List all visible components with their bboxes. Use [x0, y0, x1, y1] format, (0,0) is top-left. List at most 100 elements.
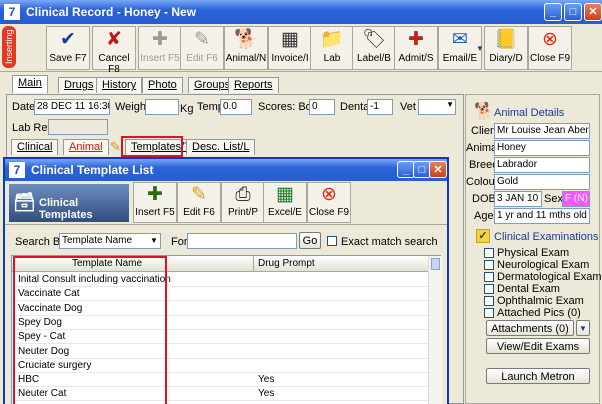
attachments-button[interactable]: Attachments (0): [486, 320, 574, 336]
tab-photo[interactable]: Photo: [142, 77, 183, 93]
toolbar-icon: ✚: [152, 29, 168, 50]
toolbar-button-label: Label/B: [357, 53, 391, 64]
lab-button[interactable]: 📁 Lab: [310, 26, 354, 70]
edit-f6-button[interactable]: ✎ Edit F6: [180, 26, 224, 70]
temp-field[interactable]: 0.0: [220, 99, 252, 115]
clinical-exams-heading: Clinical Examinations: [494, 231, 599, 243]
exam-label: Dermatological Exam: [497, 271, 602, 283]
column-header-label: Drug Prompt: [258, 258, 315, 269]
exact-match-checkbox[interactable]: [327, 236, 337, 246]
toolbar-icon: ✔: [60, 29, 76, 50]
drug-prompt-cell: Yes: [258, 374, 275, 386]
tab-main[interactable]: Main: [12, 75, 48, 93]
search-for-input[interactable]: [187, 233, 297, 249]
tab-clinical[interactable]: Clinical: [11, 139, 59, 155]
lab-ref-field[interactable]: [48, 119, 108, 135]
toolbar-icon: ✘: [106, 29, 122, 50]
age-label: Age: [474, 210, 494, 222]
weight-field[interactable]: [145, 99, 179, 115]
weight-unit: Kg: [180, 103, 194, 115]
date-label: Date: [12, 101, 36, 113]
diary-d-button[interactable]: 📒 Diary/D: [484, 26, 528, 70]
exam-checkbox[interactable]: [484, 284, 494, 294]
launch-metron-button[interactable]: Launch Metron: [486, 368, 590, 384]
admit-s-button[interactable]: ✚ Admit/S: [394, 26, 438, 70]
label-b-button[interactable]: 🏷 Label/B: [352, 26, 396, 70]
toolbar-button-label: Email/E: [442, 53, 478, 64]
vertical-scrollbar[interactable]: [428, 256, 442, 404]
tab-history[interactable]: History: [96, 77, 143, 93]
close-window-button[interactable]: ✕: [584, 3, 602, 21]
dialog-edit-f6-button[interactable]: ✎ Edit F6: [177, 182, 221, 223]
dialog-print-p-button[interactable]: ⎙ Print/P: [221, 182, 265, 223]
date-field[interactable]: 28 DEC 11 16:30: [34, 99, 110, 115]
main-titlebar: 7 Clinical Record - Honey - New _ □ ✕: [0, 0, 602, 24]
close-f9-button[interactable]: ⊗ Close F9: [528, 26, 572, 70]
exam-label: Physical Exam: [497, 247, 570, 259]
toolbar-icon: ⊗: [542, 29, 558, 50]
exam-label: Dental Exam: [497, 283, 560, 295]
exam-checkbox[interactable]: [484, 260, 494, 270]
body-score-field[interactable]: 0: [309, 99, 335, 115]
clinical-templates-banner: 🗃 Clinical Templates: [9, 184, 129, 222]
chevron-down-icon: ▼: [150, 236, 158, 245]
maximize-button[interactable]: □: [564, 3, 582, 21]
vet-label: Vet: [400, 101, 416, 113]
toolbar-icon: ✎: [194, 29, 210, 50]
exam-checkbox[interactable]: [484, 308, 494, 318]
dental-score-field[interactable]: -1: [367, 99, 393, 115]
attachments-dropdown-button[interactable]: ▼: [576, 320, 590, 336]
exam-label: Neurological Exam: [497, 259, 590, 271]
sex-value: F (N): [562, 191, 590, 207]
toolbar-icon: ✚: [408, 29, 424, 50]
dialog-insert-f5-button[interactable]: ✚ Insert F5: [133, 182, 177, 223]
inserting-status-badge: Inserting: [2, 26, 16, 68]
dialog-button-label: Insert F5: [135, 207, 175, 218]
toolbar-button-label: Diary/D: [489, 53, 523, 64]
sex-label: Sex: [544, 193, 563, 205]
toolbar-icon: 🐕: [234, 29, 258, 50]
chevron-down-icon[interactable]: ▼: [476, 44, 484, 53]
exam-checkbox[interactable]: [484, 296, 494, 306]
cancel-f8-button[interactable]: ✘ Cancel F8: [92, 26, 136, 75]
toolbar-button-label: Admit/S: [398, 53, 434, 64]
vet-select[interactable]: ▼: [418, 99, 456, 115]
chevron-down-icon: ▼: [446, 100, 454, 109]
dialog-close-f9-button[interactable]: ⊗ Close F9: [307, 182, 351, 223]
dialog-toolbar: 🗃 Clinical Templates ✚ Insert F5 ✎ Edit F6 ⎙…: [5, 181, 447, 225]
template-names-highlight: [13, 256, 167, 404]
template-list-dialog: 7 Clinical Template List _ □ ✕ 🗃 Clinica…: [3, 157, 449, 404]
insert-f5-button[interactable]: ✚ Insert F5: [138, 26, 182, 70]
exam-checkbox[interactable]: [484, 248, 494, 258]
view-edit-exams-button[interactable]: View/Edit Exams: [486, 338, 590, 354]
dialog-toolbar-icon: ⎙: [235, 184, 251, 205]
tab-animal[interactable]: Animal: [63, 139, 109, 155]
exam-label: Ophthalmic Exam: [497, 295, 584, 307]
animal-n-button[interactable]: 🐕 Animal/N: [224, 26, 268, 70]
animal-value: Honey: [494, 140, 590, 156]
colour-value: Gold: [494, 174, 590, 190]
minimize-button[interactable]: _: [544, 3, 562, 21]
tab-reports[interactable]: Reports: [228, 77, 279, 93]
toolbar-button-label: Cancel F8: [98, 53, 130, 75]
exam-checkbox[interactable]: [484, 272, 494, 282]
dialog-title: Clinical Template List: [31, 163, 154, 177]
window-title: Clinical Record - Honey - New: [26, 5, 197, 19]
toolbar-icon: 🏷: [361, 29, 387, 50]
lab-ref-label: Lab Ref: [12, 122, 51, 134]
dialog-logo-icon: 7: [9, 162, 25, 178]
save-f7-button[interactable]: ✔ Save F7: [46, 26, 90, 70]
dialog-excel-e-button[interactable]: ▦ Excel/E: [263, 182, 307, 223]
dialog-close-button[interactable]: ✕: [429, 161, 447, 178]
tab-drugs[interactable]: Drugs: [58, 77, 100, 93]
for-label: For: [171, 236, 188, 248]
scroll-up-arrow[interactable]: [431, 258, 440, 270]
toolbar-button-label: Animal/N: [225, 53, 267, 64]
search-by-select[interactable]: Template Name: [59, 233, 161, 249]
toolbar-icon: 📒: [494, 29, 518, 50]
go-button[interactable]: Go: [299, 232, 321, 249]
tab-desc-list[interactable]: Desc. List/L: [186, 139, 256, 155]
dialog-titlebar: 7 Clinical Template List _ □ ✕: [5, 159, 447, 181]
invoice-i-button[interactable]: ▦ Invoice/I: [268, 26, 312, 70]
column-header-drug-prompt[interactable]: Drug Prompt: [254, 256, 428, 272]
